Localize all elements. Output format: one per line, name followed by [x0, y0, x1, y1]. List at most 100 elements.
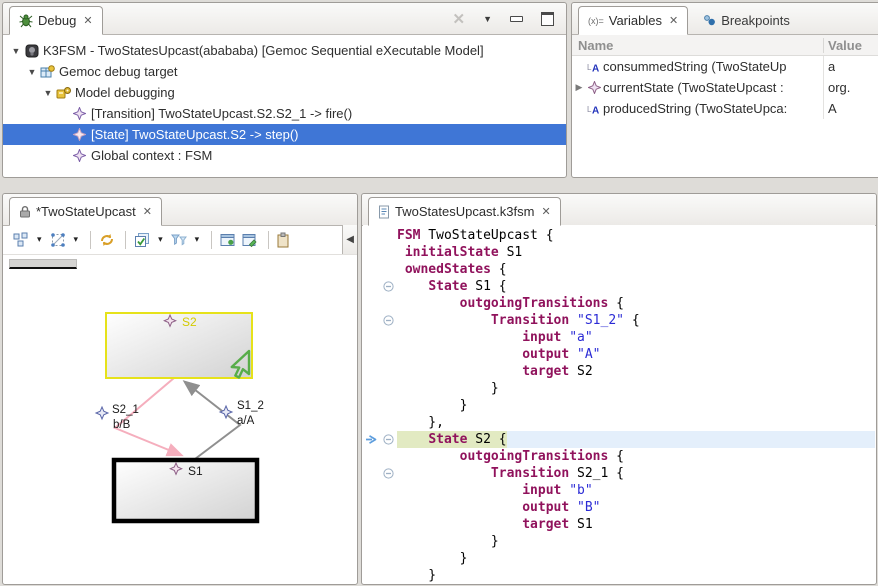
annotation-ruler [363, 363, 380, 380]
annotation-ruler [363, 414, 380, 431]
debug-tree-item[interactable]: ▼Model debugging [3, 82, 566, 103]
svg-text:A: A [592, 105, 599, 115]
tab-diagram[interactable]: *TwoStateUpcast ✕ [9, 197, 162, 226]
close-icon[interactable]: ✕ [143, 205, 152, 218]
refresh-button[interactable] [99, 232, 115, 248]
tab-k3fsm-file[interactable]: TwoStatesUpcast.k3fsm ✕ [368, 197, 561, 226]
debug-tree-item-label: [Transition] TwoStateUpcast.S2.S2_1 -> f… [91, 106, 352, 121]
column-name[interactable]: Name [572, 38, 824, 53]
code-line[interactable]: initialState S1 [363, 244, 875, 261]
tab-breakpoints-label: Breakpoints [721, 13, 790, 28]
remove-all-terminated-icon[interactable]: ✕ [453, 10, 466, 28]
expand-arrow-icon[interactable]: ▼ [9, 46, 23, 56]
code-line[interactable]: } [363, 567, 875, 583]
dropdown-arrow-icon[interactable]: ▾ [74, 234, 79, 245]
code-line-text: Transition "S1_2" { [397, 312, 875, 329]
paste-button[interactable] [277, 232, 289, 248]
debug-tree-item[interactable]: Global context : FSM [3, 145, 566, 166]
transition-edge-S1_2[interactable] [185, 382, 240, 459]
code-line[interactable]: input "a" [363, 329, 875, 346]
annotation-ruler [363, 567, 380, 583]
maximize-icon[interactable] [541, 12, 554, 26]
fold-collapse-icon[interactable] [380, 312, 397, 329]
fold-ruler [380, 261, 397, 278]
debug-tree-item[interactable]: [Transition] TwoStateUpcast.S2.S2_1 -> f… [3, 103, 566, 124]
filters-button[interactable] [171, 232, 187, 248]
code-line[interactable]: State S2 { [363, 431, 875, 448]
code-line[interactable]: } [363, 533, 875, 550]
dropdown-arrow-icon[interactable]: ▾ [158, 234, 163, 245]
code-line[interactable]: output "B" [363, 499, 875, 516]
export-as-image-button[interactable] [220, 232, 236, 248]
code-line[interactable]: outgoingTransitions { [363, 448, 875, 465]
show-properties-icon [242, 232, 258, 248]
layout-button[interactable] [13, 232, 29, 248]
code-line[interactable]: output "A" [363, 346, 875, 363]
code-line-text: State S1 { [397, 278, 875, 295]
arrange-selection-button[interactable] [50, 232, 66, 248]
code-line[interactable]: input "b" [363, 482, 875, 499]
fold-ruler [380, 380, 397, 397]
variables-view: (x)= Variables ✕ Breakpoints Name Value … [571, 2, 878, 178]
variable-row[interactable]: ▶currentState (TwoStateUpcast :org. [572, 77, 878, 98]
fold-collapse-icon[interactable] [380, 465, 397, 482]
code-line[interactable]: Transition "S1_2" { [363, 312, 875, 329]
fold-collapse-icon[interactable] [380, 278, 397, 295]
stack-frame-icon [71, 107, 88, 120]
tab-variables[interactable]: (x)= Variables ✕ [578, 6, 688, 35]
debug-tree-item[interactable]: ▼Gemoc debug target [3, 61, 566, 82]
code-line[interactable]: outgoingTransitions { [363, 295, 875, 312]
code-line-text: } [397, 567, 875, 583]
close-icon[interactable]: ✕ [669, 14, 678, 27]
minimize-icon[interactable] [510, 16, 523, 22]
close-icon[interactable]: ✕ [541, 205, 550, 218]
debug-tree-item[interactable]: ▼K3FSM - TwoStatesUpcast(abababa) [Gemoc… [3, 40, 566, 61]
code-line[interactable]: } [363, 550, 875, 567]
code-line[interactable]: } [363, 380, 875, 397]
code-line[interactable]: State S1 { [363, 278, 875, 295]
dropdown-arrow-icon[interactable]: ▾ [37, 234, 42, 245]
show-properties-button[interactable] [242, 232, 258, 248]
code-line[interactable]: } [363, 397, 875, 414]
fold-collapse-icon[interactable] [380, 431, 397, 448]
variable-row[interactable]: LAproducedString (TwoStateUpca:A [572, 98, 878, 119]
code-line[interactable]: }, [363, 414, 875, 431]
diagram-canvas[interactable]: S2 S1 S2_1 b/B S1_2 a/A [4, 255, 356, 583]
diagram-editor: *TwoStateUpcast ✕ ▾ ▾ ▾ ▾ ◀ [2, 193, 358, 585]
expand-arrow-icon[interactable]: ▶ [572, 82, 586, 93]
fold-ruler [380, 227, 397, 244]
variables-table: LAconsummedString (TwoStateUpa▶currentSt… [572, 56, 878, 119]
layout-icon [13, 232, 29, 248]
code-line-text: } [397, 533, 875, 550]
variable-row[interactable]: LAconsummedString (TwoStateUpa [572, 56, 878, 77]
code-line[interactable]: FSM TwoStateUpcast { [363, 227, 875, 244]
expand-arrow-icon[interactable]: ▼ [25, 67, 39, 77]
close-icon[interactable]: ✕ [83, 14, 92, 27]
debug-tree-item[interactable]: [State] TwoStateUpcast.S2 -> step() [3, 124, 566, 145]
state-node-S2[interactable]: S2 [106, 313, 252, 378]
column-value[interactable]: Value [824, 38, 862, 53]
tab-debug[interactable]: Debug ✕ [9, 6, 103, 35]
dropdown-arrow-icon[interactable]: ▾ [195, 234, 200, 245]
code-text-area[interactable]: FSM TwoStateUpcast { initialState S1 own… [363, 225, 875, 583]
code-line[interactable]: target S1 [363, 516, 875, 533]
collapse-toolbar-icon[interactable]: ◀ [342, 225, 357, 254]
view-menu-icon[interactable]: ▼ [483, 14, 492, 24]
code-line[interactable]: ownedStates { [363, 261, 875, 278]
toolbar-separator [211, 231, 212, 249]
string-variable-icon: LA [586, 103, 603, 115]
transition-label-S2_1[interactable]: S2_1 b/B [96, 404, 139, 431]
transition-label-S1_2[interactable]: S1_2 a/A [220, 400, 264, 427]
state-node-S1[interactable]: S1 [114, 460, 257, 521]
code-line-text: }, [397, 414, 875, 431]
code-line[interactable]: target S2 [363, 363, 875, 380]
expand-arrow-icon[interactable]: ▼ [41, 88, 55, 98]
filters-icon [171, 232, 187, 248]
instruction-pointer-icon [363, 431, 380, 448]
fold-ruler [380, 482, 397, 499]
tab-breakpoints[interactable]: Breakpoints [694, 7, 799, 34]
lock-icon [19, 205, 31, 218]
transition-edge-S2_1[interactable] [115, 378, 181, 455]
code-line[interactable]: Transition S2_1 { [363, 465, 875, 482]
layers-button[interactable] [134, 232, 150, 248]
